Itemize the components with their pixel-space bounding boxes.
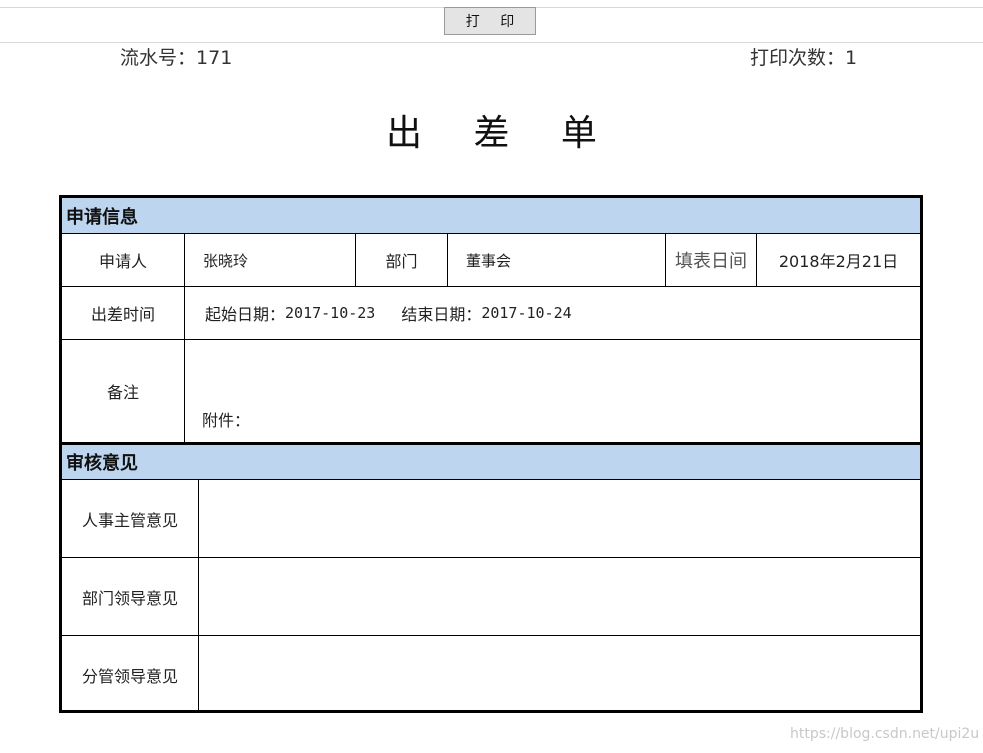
end-date-value: 2017-10-24 bbox=[481, 304, 572, 322]
business-trip-form: 申请信息 申请人 张晓玲 部门 董事会 填表日间 2018年2月21日 出差时间… bbox=[59, 195, 923, 713]
divider bbox=[198, 480, 199, 713]
division-opinion-label: 分管领导意见 bbox=[81, 666, 178, 686]
page-title: 出 差 单 bbox=[386, 113, 617, 154]
serial-number: 流水号：171 bbox=[120, 43, 232, 70]
end-date-label: 结束日期： bbox=[401, 305, 482, 324]
section-apply-info: 申请信息 bbox=[62, 198, 920, 233]
trip-dates: 起始日期： 2017-10-23 结束日期： 2017-10-24 bbox=[185, 287, 920, 339]
dept-opinion-label: 部门领导意见 bbox=[81, 588, 178, 608]
serial-label: 流水号： bbox=[120, 47, 197, 69]
serial-value: 171 bbox=[196, 47, 233, 69]
department-value: 董事会 bbox=[466, 251, 512, 270]
fill-date-label: 填表日间 bbox=[675, 251, 747, 272]
start-date-value: 2017-10-23 bbox=[285, 304, 376, 322]
department-label: 部门 bbox=[385, 252, 418, 271]
applicant-value: 张晓玲 bbox=[203, 251, 249, 270]
start-date-label: 起始日期： bbox=[205, 305, 286, 324]
applicant-label: 申请人 bbox=[98, 252, 147, 271]
fill-date-value: 2018年2月21日 bbox=[778, 252, 899, 271]
remark-label: 备注 bbox=[106, 383, 139, 402]
trip-time-label: 出差时间 bbox=[90, 305, 155, 324]
section-review: 审核意见 bbox=[62, 445, 920, 479]
attachment-label: 附件： bbox=[202, 411, 251, 430]
hr-opinion-label: 人事主管意见 bbox=[81, 510, 178, 530]
print-count: 打印次数：1 bbox=[750, 43, 857, 70]
print-count-value: 1 bbox=[845, 47, 858, 69]
watermark: https://blog.csdn.net/upi2u bbox=[790, 726, 980, 742]
print-count-label: 打印次数： bbox=[750, 47, 846, 69]
print-button[interactable]: 打 印 bbox=[444, 7, 536, 35]
divider bbox=[62, 339, 920, 340]
